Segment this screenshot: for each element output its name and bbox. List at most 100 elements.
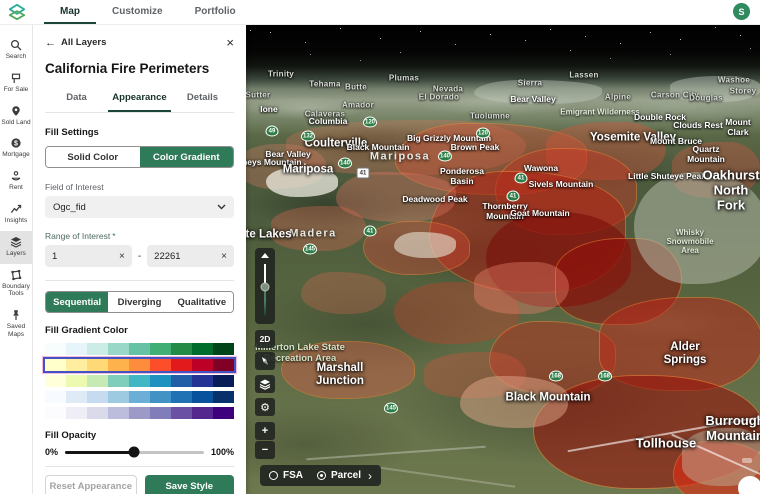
opacity-max-label: 100% [211,447,234,457]
route-shield-41: 41 [507,191,520,202]
trend-line-icon [10,203,22,215]
swatch [192,391,213,403]
range-max-input[interactable]: 22261 × [147,245,234,267]
compass-button[interactable] [255,352,275,370]
nav-tab-portfolio[interactable]: Portfolio [179,0,252,24]
sidebar-item-saved-maps[interactable]: Saved Maps [0,304,32,345]
gradient-rows [45,343,234,419]
pitch-slider-handle[interactable] [261,283,270,292]
swatch [66,359,87,371]
nav-tab-customize[interactable]: Customize [96,0,179,24]
field-of-interest-select[interactable]: Ogc_fid [45,196,234,218]
swatch [87,391,108,403]
swatch [192,359,213,371]
for-sale-sign-icon [10,72,22,84]
sidebar-label: Saved Maps [1,323,31,339]
sidebar-label: Layers [1,250,31,258]
sidebar-item-search[interactable]: Search [0,34,32,67]
back-arrow-icon: ← [45,37,56,49]
sidebar-label: Search [1,53,31,61]
color-gradient-option[interactable]: Color Gradient [140,147,234,167]
swatch [171,343,192,355]
route-shield-145: 145 [303,244,317,255]
overlay-toggle-pill: FSA Parcel › [260,465,381,486]
swatch [192,407,213,419]
range-max-value: 22261 [154,251,180,262]
parcel-toggle[interactable]: Parcel [331,470,361,481]
swatch [108,343,129,355]
opacity-slider[interactable] [65,451,204,454]
save-style-button[interactable]: Save Style [145,475,235,494]
swatch [45,407,66,419]
gradient-row-0[interactable] [45,343,234,355]
user-avatar[interactable]: S [733,3,750,20]
swatch [66,407,87,419]
tab-details[interactable]: Details [171,86,234,112]
gradient-row-4[interactable] [45,407,234,419]
range-min-value: 1 [52,251,57,262]
sidebar-item-layers[interactable]: Layers [0,231,32,264]
swatch [45,375,66,387]
qualitative-option[interactable]: Qualitative [171,292,233,312]
swatch [150,359,171,371]
swatch [129,375,150,387]
fill-mode-toggle: Solid Color Color Gradient [45,146,234,168]
sidebar-label: Insights [1,217,31,225]
gear-icon: ⚙ [260,401,270,414]
swatch [129,343,150,355]
range-min-input[interactable]: 1 × [45,245,132,267]
diverging-option[interactable]: Diverging [108,292,170,312]
fsa-toggle[interactable]: FSA [283,470,303,481]
chevron-right-icon[interactable]: › [368,470,372,482]
left-toolbar: Search For Sale Sold Land $ Mortgage Ren… [0,24,33,494]
clear-max-icon[interactable]: × [221,251,227,262]
nav-tab-map[interactable]: Map [44,0,96,24]
sidebar-item-rent[interactable]: Rent [0,165,32,198]
boundary-polygon-icon [10,269,22,281]
route-shield-140: 140 [338,158,352,169]
tab-appearance[interactable]: Appearance [108,86,171,112]
opacity-slider-handle[interactable] [129,447,140,458]
map-canvas[interactable]: Millerton Lake State Recreation AreaTrin… [246,24,760,494]
swatch [129,407,150,419]
zoom-in-button[interactable]: + [255,422,275,440]
brand-logo-icon[interactable] [8,3,26,21]
route-shield-41: 41 [357,168,370,179]
sidebar-item-sold-land[interactable]: Sold Land [0,100,32,133]
route-shield-140: 140 [438,151,452,162]
sequential-option[interactable]: Sequential [46,292,108,312]
back-to-all-layers[interactable]: ←All Layers [45,37,106,49]
toggle-2d-button[interactable]: 2D [255,330,275,348]
map-circle-button[interactable] [738,476,760,494]
sidebar-item-mortgage[interactable]: $ Mortgage [0,132,32,165]
sidebar-item-for-sale[interactable]: For Sale [0,67,32,100]
swatch [150,343,171,355]
swatch [129,391,150,403]
clear-min-icon[interactable]: × [119,251,125,262]
gradient-row-1[interactable] [45,359,234,371]
swatch [45,359,66,371]
swatch [171,407,192,419]
basemap-layers-button[interactable] [255,375,275,393]
sidebar-label: Mortgage [1,151,31,159]
layers-icon [10,236,22,248]
close-panel-icon[interactable]: × [226,36,234,49]
palette-type-toggle: Sequential Diverging Qualitative [45,291,234,313]
panel-tabs: Data Appearance Details [45,86,234,113]
sidebar-item-insights[interactable]: Insights [0,198,32,231]
pitch-slider[interactable] [255,248,275,324]
route-shield-168: 168 [598,371,612,382]
map-settings-button[interactable]: ⚙ [255,398,275,416]
zoom-out-button[interactable]: − [255,441,275,459]
swatch [66,343,87,355]
gradient-row-3[interactable] [45,391,234,403]
gradient-row-2[interactable] [45,375,234,387]
swatch [87,375,108,387]
parcel-target-icon [317,471,326,480]
sidebar-item-boundary-tools[interactable]: Boundary Tools [0,264,32,305]
solid-color-option[interactable]: Solid Color [46,147,140,167]
tab-data[interactable]: Data [45,86,108,112]
top-nav: Map Customize Portfolio [44,0,252,24]
reset-appearance-button[interactable]: Reset Appearance [45,475,137,494]
swatch [213,407,234,419]
